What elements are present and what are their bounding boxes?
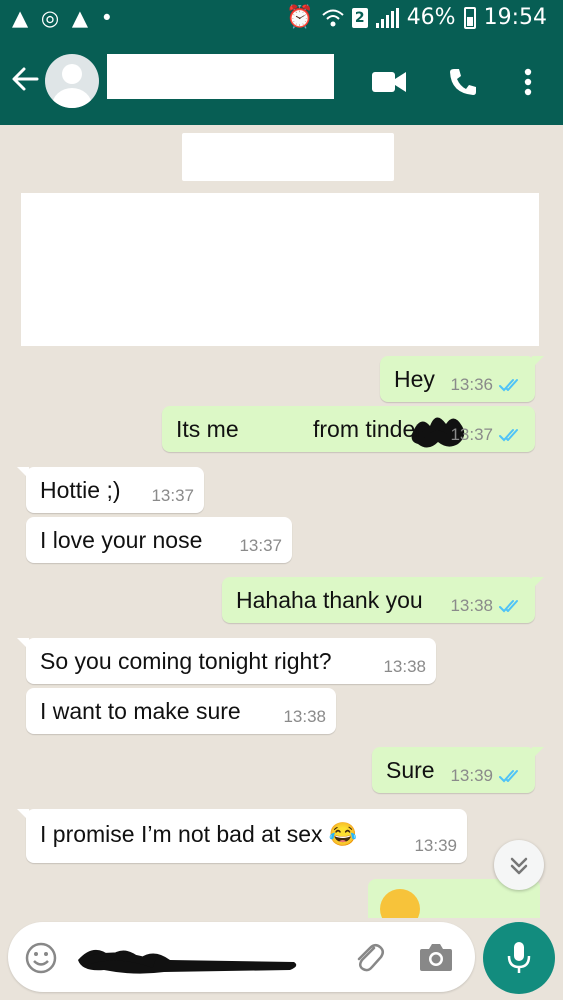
message-text: Hey — [394, 366, 435, 392]
notification-icons: ▲ ◎ ▲ • — [12, 6, 117, 30]
message-incoming[interactable]: Hottie ;) 13:37 — [17, 467, 204, 513]
wifi-icon — [322, 9, 344, 26]
mic-button[interactable] — [483, 922, 555, 994]
double-check-icon — [499, 379, 518, 392]
contact-name-redacted[interactable] — [107, 54, 334, 99]
battery-icon — [463, 6, 476, 29]
message-incoming[interactable]: I promise I’m not bad at sex 😂 13:39 — [17, 809, 467, 863]
info-banner-redacted — [21, 193, 539, 346]
compose-bar — [0, 918, 563, 1000]
message-text-part: Its me — [176, 416, 239, 442]
message-time: 13:38 — [383, 657, 426, 676]
message-text: Hahaha thank you — [236, 587, 423, 613]
typed-text-redacted — [78, 949, 297, 974]
chat-header — [0, 38, 563, 125]
message-text: Sure — [386, 757, 435, 783]
message-time: 13:39 — [450, 766, 493, 785]
message-outgoing[interactable]: Hahaha thank you 13:38 — [222, 577, 544, 623]
message-outgoing[interactable]: Its me from tinder 13:37 — [162, 406, 535, 452]
date-chip-redacted — [182, 133, 394, 181]
message-time: 13:39 — [414, 836, 457, 855]
message-incoming[interactable]: So you coming tonight right? 13:38 — [17, 638, 436, 684]
message-text: I love your nose — [40, 527, 203, 553]
message-time: 13:37 — [151, 486, 194, 505]
double-check-icon — [499, 429, 518, 442]
mic-icon — [507, 942, 531, 973]
chat-area[interactable]: Hey 13:36 Its me from tinder 13:37 Hotti… — [0, 125, 563, 918]
message-text: So you coming tonight right? — [40, 648, 332, 674]
message-time: 13:37 — [450, 425, 493, 444]
more-options-icon[interactable] — [523, 68, 533, 96]
message-input[interactable] — [8, 922, 475, 992]
camera-icon[interactable] — [418, 941, 454, 973]
message-incoming[interactable]: I want to make sure 13:38 — [26, 688, 336, 734]
message-time: 13:38 — [283, 707, 326, 726]
message-incoming[interactable]: I love your nose 13:37 — [26, 517, 292, 563]
alarm-icon: ⏰ — [286, 5, 314, 30]
message-outgoing[interactable]: Sure 13:39 — [372, 747, 544, 793]
message-text-part: from tinder — [313, 416, 423, 442]
message-text: I promise I’m not bad at sex 😂 — [40, 821, 358, 847]
message-time: 13:36 — [450, 375, 493, 394]
message-outgoing[interactable]: Hey 13:36 — [380, 356, 544, 402]
signal-icon — [375, 7, 399, 28]
double-check-icon — [499, 770, 518, 783]
attach-icon[interactable] — [352, 940, 386, 974]
message-text: I want to make sure — [40, 698, 241, 724]
double-check-icon — [499, 600, 518, 613]
avatar[interactable] — [45, 54, 99, 108]
message-time: 13:38 — [450, 596, 493, 615]
battery-percent: 46% — [406, 5, 456, 30]
message-text: Hottie ;) — [40, 477, 121, 503]
video-call-icon[interactable] — [372, 71, 406, 93]
back-arrow-icon[interactable] — [10, 64, 40, 94]
voice-call-icon[interactable] — [447, 66, 479, 98]
sim-badge: 2 — [351, 7, 368, 28]
emoji-icon[interactable] — [24, 941, 58, 975]
scroll-down-button[interactable] — [494, 840, 544, 890]
status-bar: ▲ ◎ ▲ • ⏰ 2 46% 19:54 — [0, 0, 563, 38]
message-time: 13:37 — [239, 536, 282, 555]
clock: 19:54 — [483, 5, 547, 30]
chevron-double-down-icon — [510, 857, 528, 875]
